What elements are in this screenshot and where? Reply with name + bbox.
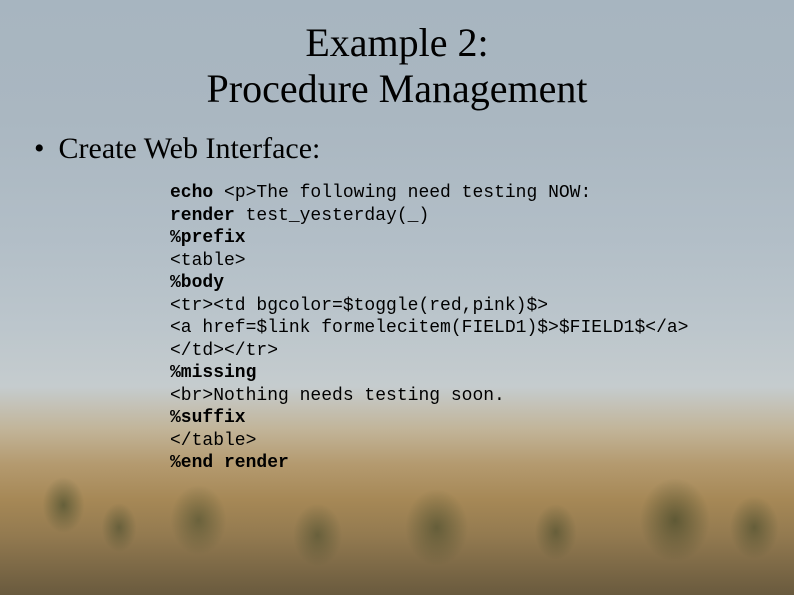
bullet-item: • Create Web Interface: xyxy=(34,132,764,166)
code-line-8: </td></tr> xyxy=(170,341,278,361)
code-line-12: </table> xyxy=(170,431,256,451)
kw-prefix: %prefix xyxy=(170,228,246,248)
code-line-10: <br>Nothing needs testing soon. xyxy=(170,386,505,406)
kw-body: %body xyxy=(170,273,224,293)
code-line-6: <tr><td bgcolor=$toggle(red,pink)$> xyxy=(170,296,548,316)
code-line-3: %prefix xyxy=(170,228,246,248)
code-line-9: %missing xyxy=(170,363,256,383)
bullet-text: Create Web Interface: xyxy=(59,132,321,166)
title-line-1: Example 2: xyxy=(305,20,488,65)
slide-content: Example 2: Procedure Management • Create… xyxy=(0,0,794,495)
code-line-4: <table> xyxy=(170,251,246,271)
code-line-11: %suffix xyxy=(170,408,246,428)
kw-end-render: %end render xyxy=(170,453,289,473)
code-line-5: %body xyxy=(170,273,224,293)
bullet-marker: • xyxy=(34,132,45,166)
title-line-2: Procedure Management xyxy=(207,66,588,111)
code-line-1: echo <p>The following need testing NOW: xyxy=(170,183,591,203)
kw-missing: %missing xyxy=(170,363,256,383)
slide-title: Example 2: Procedure Management xyxy=(30,20,764,112)
kw-echo: echo xyxy=(170,183,213,203)
kw-render: render xyxy=(170,206,235,226)
kw-suffix: %suffix xyxy=(170,408,246,428)
code-block: echo <p>The following need testing NOW: … xyxy=(170,182,764,475)
code-line-13: %end render xyxy=(170,453,289,473)
code-line-2: render test_yesterday(_) xyxy=(170,206,429,226)
code-line-7: <a href=$link formelecitem(FIELD1)$>$FIE… xyxy=(170,318,688,338)
